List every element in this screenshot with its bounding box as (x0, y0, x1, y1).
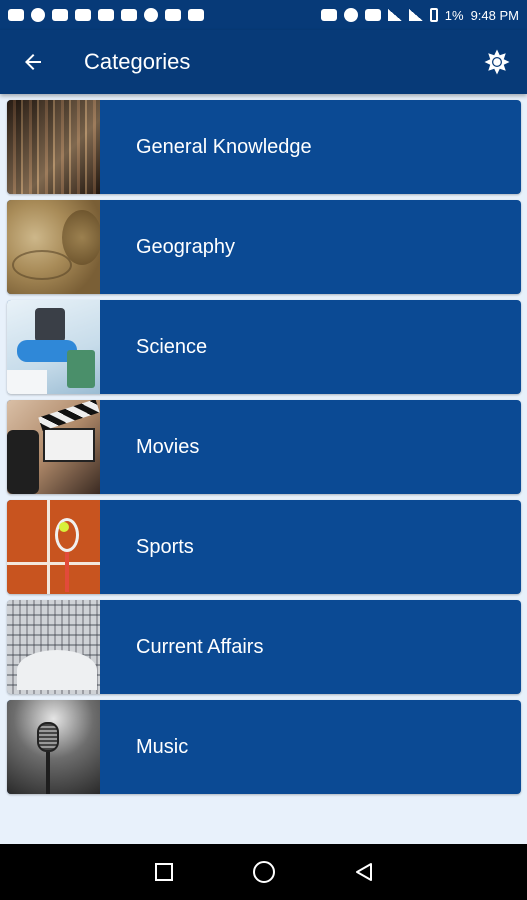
brightness-icon (484, 49, 510, 75)
category-thumbnail (7, 200, 100, 294)
system-icons: 1% 9:48 PM (320, 7, 519, 23)
category-card-general-knowledge[interactable]: General Knowledge (7, 100, 521, 194)
page-title: Categories (84, 49, 191, 74)
category-label: Current Affairs (136, 635, 264, 658)
arrow-left-icon (25, 54, 41, 70)
battery-percent: 1% (444, 7, 464, 23)
youtube-icon (165, 9, 181, 21)
category-thumbnail (7, 100, 100, 194)
clock: 9:48 PM (470, 7, 519, 23)
category-card-sports[interactable]: Sports (7, 500, 521, 594)
signal-icon (408, 9, 423, 21)
theme-toggle-button[interactable] (477, 42, 517, 82)
category-thumbnail (7, 300, 100, 394)
category-thumbnail (7, 600, 100, 694)
system-back-button[interactable] (344, 852, 384, 892)
youtube-icon (188, 9, 204, 21)
recent-apps-icon (154, 863, 173, 881)
message-icon (8, 9, 24, 21)
notification-icons (8, 8, 204, 22)
category-card-movies[interactable]: Movies (7, 400, 521, 494)
category-card-science[interactable]: Science (7, 300, 521, 394)
category-label: Sports (136, 535, 194, 558)
recent-apps-button[interactable] (144, 852, 184, 892)
category-label: Geography (136, 235, 235, 258)
category-thumbnail (7, 500, 100, 594)
category-card-current-affairs[interactable]: Current Affairs (7, 600, 521, 694)
twitter-icon (98, 9, 114, 21)
category-thumbnail (7, 400, 100, 494)
app-bar: Categories (0, 30, 527, 94)
category-card-music[interactable]: Music (7, 700, 521, 794)
battery-icon (429, 8, 438, 22)
home-icon (252, 861, 275, 883)
category-label: Music (136, 735, 189, 758)
twitter-icon (121, 9, 137, 21)
cast-icon (320, 9, 337, 21)
status-bar: 1% 9:48 PM (0, 0, 527, 30)
home-button[interactable] (244, 852, 284, 892)
system-nav-bar (0, 844, 527, 900)
hotspot-icon (343, 8, 358, 22)
category-list: General Knowledge Geography Science Movi… (7, 100, 521, 800)
signal-icon (387, 9, 402, 21)
messenger-icon (31, 8, 45, 22)
back-triangle-icon (355, 863, 372, 881)
category-label: General Knowledge (136, 135, 312, 158)
video-icon (75, 9, 91, 21)
video-icon (52, 9, 68, 21)
category-label: Movies (136, 435, 200, 458)
category-card-geography[interactable]: Geography (7, 200, 521, 294)
back-button[interactable] (13, 42, 53, 82)
category-label: Science (136, 335, 208, 358)
category-thumbnail (7, 700, 100, 794)
sync-icon (144, 8, 158, 22)
vibrate-icon (364, 9, 381, 21)
